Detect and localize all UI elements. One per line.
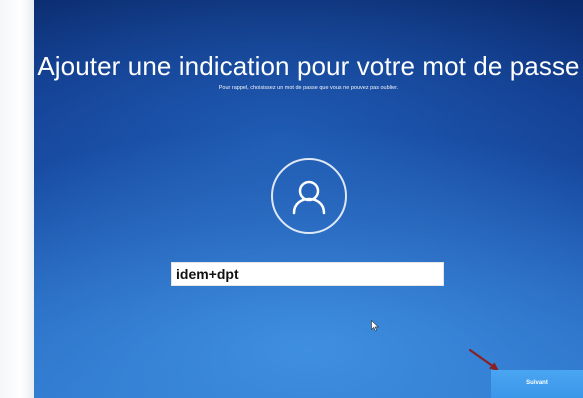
mouse-pointer-icon <box>371 319 380 337</box>
next-button[interactable]: Suivant <box>491 370 583 398</box>
monitor-bezel <box>0 0 34 398</box>
page-title: Ajouter une indication pour votre mot de… <box>37 51 580 81</box>
photo: Ajouter une indication pour votre mot de… <box>0 0 583 398</box>
user-icon <box>271 158 347 234</box>
page-subtitle: Pour rappel, choisissez un mot de passe … <box>218 85 399 91</box>
setup-screen: Ajouter une indication pour votre mot de… <box>34 0 583 398</box>
password-hint-input[interactable]: idem+dpt <box>171 262 444 286</box>
